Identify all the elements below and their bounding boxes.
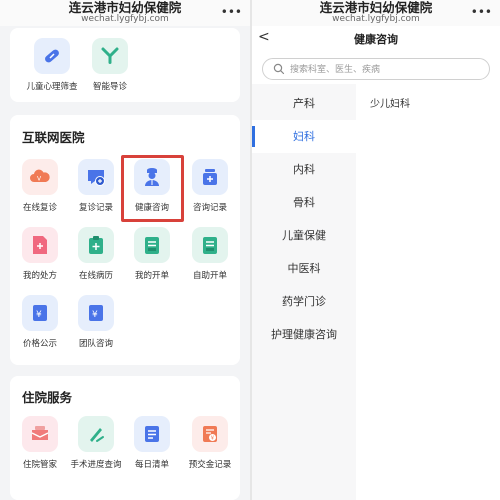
- right-screen: 连云港市妇幼保健院 wechat.lygfybj.com ••• < 健康咨询 …: [252, 0, 500, 500]
- service-consult-records[interactable]: 咨询记录: [182, 159, 238, 221]
- service-daily-list[interactable]: 每日清单: [124, 416, 180, 478]
- top-bar: 连云港市妇幼保健院 wechat.lygfybj.com •••: [252, 0, 500, 26]
- daily-list-icon: [134, 416, 170, 452]
- deposit-icon: ¥: [192, 416, 228, 452]
- prescription-icon: [22, 227, 58, 263]
- department-sidebar: 产科 妇科 内科 骨科 儿童保健 中医科 药学门诊 护理健康咨询: [252, 84, 356, 500]
- internet-hospital-card: 互联网医院 V 在线复诊 复诊记录 健康咨询 咨询记录 我的处方 在线病历 我的…: [10, 115, 240, 365]
- department-item[interactable]: 药学门诊: [252, 285, 356, 318]
- service-deposit-records[interactable]: ¥ 预交金记录: [182, 416, 238, 478]
- section-title: 互联网医院: [22, 130, 85, 145]
- highlight-box: [121, 155, 184, 222]
- more-button[interactable]: •••: [221, 5, 242, 19]
- department-item[interactable]: 产科: [252, 87, 356, 120]
- service-label: 智能导诊: [92, 82, 127, 92]
- svg-text:¥: ¥: [92, 310, 98, 320]
- service-my-orders[interactable]: 我的开单: [124, 227, 180, 289]
- chat-plus-icon: [78, 159, 114, 195]
- medicine-bottle-icon: [192, 159, 228, 195]
- bed-icon: [22, 416, 58, 452]
- search-box[interactable]: [262, 58, 490, 80]
- service-label: 团队咨询: [78, 339, 113, 349]
- service-label: 咨询记录: [192, 203, 227, 213]
- team-price-icon: ¥: [78, 295, 114, 331]
- more-button[interactable]: •••: [471, 5, 492, 19]
- service-label: 自助开单: [192, 271, 227, 281]
- active-indicator: [252, 126, 255, 147]
- guide-person-icon: [92, 38, 128, 74]
- price-tag-icon: ¥: [22, 295, 58, 331]
- search-icon: [273, 63, 285, 75]
- department-item-active[interactable]: 妇科: [252, 120, 356, 153]
- cloud-icon: V: [22, 159, 58, 195]
- inpatient-card: 住院服务 住院管家 手术进度查询 每日清单 ¥ 预交金记录: [10, 376, 240, 500]
- search-input[interactable]: [290, 62, 480, 78]
- left-screen: 连云港市妇幼保健院 wechat.lygfybj.com ••• 儿童心理筛查 …: [0, 0, 250, 500]
- pill-icon: [34, 38, 70, 74]
- section-title: 住院服务: [22, 390, 73, 405]
- service-child-psych-screening[interactable]: 儿童心理筛查: [24, 38, 80, 100]
- service-team-consult[interactable]: ¥ 团队咨询: [68, 295, 124, 357]
- service-smart-guide[interactable]: 智能导诊: [82, 38, 138, 100]
- self-order-icon: [192, 227, 228, 263]
- top-bar: 连云港市妇幼保健院 wechat.lygfybj.com •••: [0, 0, 250, 26]
- department-item[interactable]: 中医科: [252, 252, 356, 285]
- window-url: wechat.lygfybj.com: [81, 14, 169, 24]
- service-label: 预交金记录: [188, 460, 232, 470]
- svg-text:¥: ¥: [36, 310, 42, 320]
- department-item[interactable]: 内科: [252, 153, 356, 186]
- department-item[interactable]: 儿童保健: [252, 219, 356, 252]
- surgery-icon: [78, 416, 114, 452]
- svg-text:¥: ¥: [211, 436, 215, 442]
- window-url: wechat.lygfybj.com: [332, 14, 420, 24]
- department-item[interactable]: 骨科: [252, 186, 356, 219]
- department-label: 妇科: [293, 130, 315, 143]
- quick-services-card: 儿童心理筛查 智能导诊: [10, 28, 240, 102]
- department-item[interactable]: 护理健康咨询: [252, 318, 356, 351]
- service-self-order[interactable]: 自助开单: [182, 227, 238, 289]
- document-list-icon: [134, 227, 170, 263]
- sub-department-item[interactable]: 少儿妇科: [370, 95, 410, 110]
- clipboard-plus-icon: [78, 227, 114, 263]
- page-title: 健康咨询: [354, 33, 398, 46]
